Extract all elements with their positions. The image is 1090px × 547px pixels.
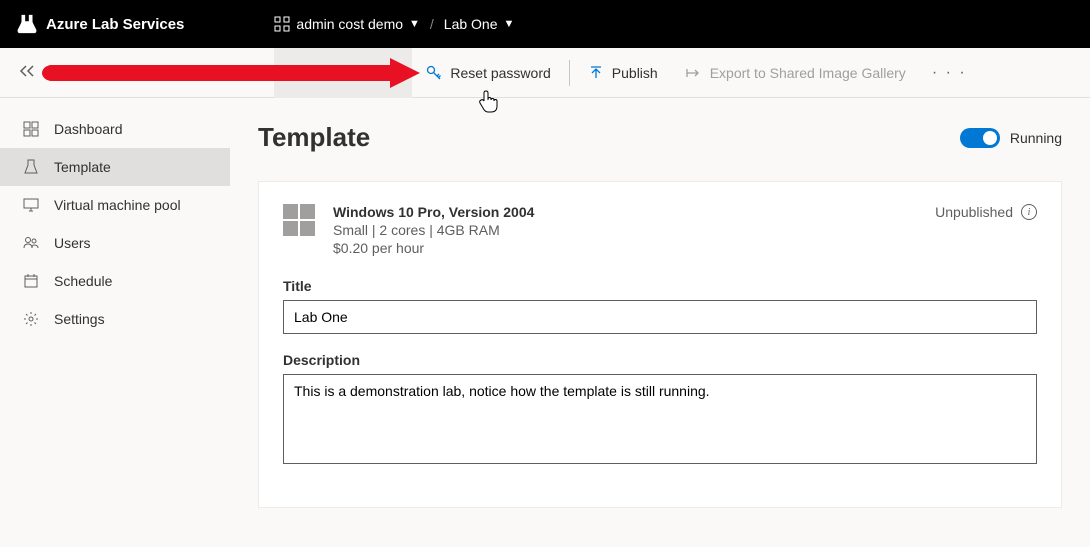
publish-button[interactable]: Publish bbox=[574, 48, 672, 98]
collapse-sidebar-button[interactable] bbox=[12, 58, 42, 87]
publish-status-label: Unpublished bbox=[935, 204, 1013, 220]
template-icon bbox=[22, 158, 40, 176]
brand[interactable]: Azure Lab Services bbox=[16, 13, 184, 35]
description-label: Description bbox=[283, 352, 1037, 368]
schedule-icon bbox=[22, 272, 40, 290]
top-header: Azure Lab Services admin cost demo ▼ / L… bbox=[0, 0, 1090, 48]
export-icon bbox=[686, 65, 702, 81]
export-button: Export to Shared Image Gallery bbox=[672, 48, 920, 98]
sidebar-item-label: Dashboard bbox=[54, 121, 123, 137]
vm-pool-icon bbox=[22, 196, 40, 214]
description-input[interactable] bbox=[283, 374, 1037, 464]
reset-password-label: Reset password bbox=[450, 65, 550, 81]
chevron-double-left-icon bbox=[18, 64, 36, 78]
sidebar-item-label: Virtual machine pool bbox=[54, 197, 181, 213]
publish-label: Publish bbox=[612, 65, 658, 81]
title-label: Title bbox=[283, 278, 1037, 294]
sidebar-item-users[interactable]: Users bbox=[0, 224, 230, 262]
cursor-pointer-icon bbox=[478, 90, 498, 119]
page-title: Template bbox=[258, 122, 370, 153]
windows-icon bbox=[283, 204, 315, 236]
breadcrumb-org-label: admin cost demo bbox=[296, 16, 403, 32]
sidebar-item-template[interactable]: Template bbox=[0, 148, 230, 186]
dashboard-icon bbox=[22, 120, 40, 138]
annotation-arrow bbox=[40, 56, 420, 90]
publish-icon bbox=[588, 65, 604, 81]
export-label: Export to Shared Image Gallery bbox=[710, 65, 906, 81]
running-toggle[interactable] bbox=[960, 128, 1000, 148]
chevron-down-icon: ▼ bbox=[409, 18, 420, 30]
publish-status: Unpublished i bbox=[935, 204, 1037, 220]
status-label: Running bbox=[1010, 130, 1062, 146]
key-icon bbox=[426, 65, 442, 81]
sidebar-item-label: Settings bbox=[54, 311, 105, 327]
content: Template Running Windows 10 Pro, Version… bbox=[230, 98, 1090, 547]
more-button[interactable]: · · · bbox=[920, 48, 979, 98]
sidebar-item-dashboard[interactable]: Dashboard bbox=[0, 110, 230, 148]
breadcrumb: admin cost demo ▼ / Lab One ▼ bbox=[274, 16, 514, 32]
breadcrumb-org[interactable]: admin cost demo ▼ bbox=[274, 16, 420, 32]
vm-name: Windows 10 Pro, Version 2004 bbox=[333, 204, 534, 220]
title-input[interactable] bbox=[283, 300, 1037, 334]
sidebar: Dashboard Template Virtual machine pool … bbox=[0, 98, 230, 547]
vm-cost: $0.20 per hour bbox=[333, 240, 534, 256]
grid-icon bbox=[274, 16, 290, 32]
toolbar: Stop template Reset password Publish bbox=[0, 48, 1090, 98]
settings-icon bbox=[22, 310, 40, 328]
vm-spec: Small | 2 cores | 4GB RAM bbox=[333, 222, 534, 238]
brand-label: Azure Lab Services bbox=[46, 16, 184, 33]
users-icon bbox=[22, 234, 40, 252]
breadcrumb-lab[interactable]: Lab One ▼ bbox=[444, 16, 515, 32]
sidebar-item-label: Users bbox=[54, 235, 91, 251]
sidebar-item-schedule[interactable]: Schedule bbox=[0, 262, 230, 300]
sidebar-item-label: Template bbox=[54, 159, 111, 175]
sidebar-item-settings[interactable]: Settings bbox=[0, 300, 230, 338]
chevron-down-icon: ▼ bbox=[504, 18, 515, 30]
status-toggle: Running bbox=[960, 128, 1062, 148]
toolbar-divider bbox=[569, 60, 570, 86]
brand-icon bbox=[16, 13, 38, 35]
info-icon[interactable]: i bbox=[1021, 204, 1037, 220]
breadcrumb-lab-label: Lab One bbox=[444, 16, 498, 32]
template-card: Windows 10 Pro, Version 2004 Small | 2 c… bbox=[258, 181, 1062, 508]
breadcrumb-separator: / bbox=[430, 16, 434, 32]
sidebar-item-vm-pool[interactable]: Virtual machine pool bbox=[0, 186, 230, 224]
sidebar-item-label: Schedule bbox=[54, 273, 112, 289]
